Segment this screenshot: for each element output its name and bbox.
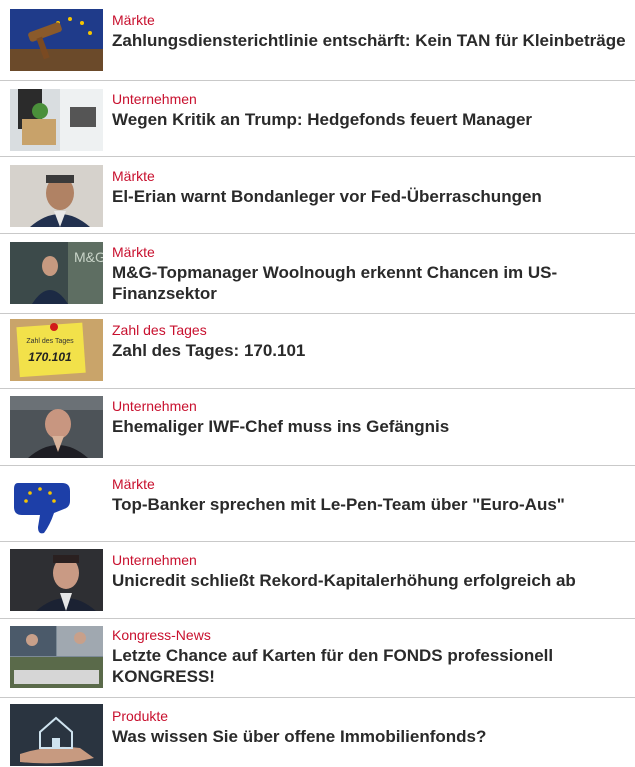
news-item[interactable]: Märkte Top-Banker sprechen mit Le-Pen-Te… (0, 466, 635, 542)
house-in-hand-image (10, 704, 103, 766)
article-category: Kongress-News (112, 627, 211, 643)
sticky-note-image: Zahl des Tages 170.101 (10, 319, 103, 381)
article-category: Märkte (112, 12, 155, 28)
news-item[interactable]: Märkte Zahlungsdiensterichtlinie entschä… (0, 0, 635, 81)
svg-text:M&G: M&G (74, 249, 103, 265)
article-title[interactable]: Unicredit schließt Rekord-Kapitalerhöhun… (112, 570, 627, 591)
article-category: Unternehmen (112, 91, 197, 107)
note-heading: Zahl des Tages (26, 338, 74, 345)
article-title[interactable]: Ehemaliger IWF-Chef muss ins Gefängnis (112, 416, 627, 437)
news-item[interactable]: Unternehmen Ehemaliger IWF-Chef muss ins… (0, 389, 635, 466)
news-item[interactable]: Zahl des Tages 170.101 Zahl des Tages Za… (0, 314, 635, 389)
man-praying-hands-image (10, 396, 103, 458)
article-category: Zahl des Tages (112, 322, 207, 338)
article-title[interactable]: Zahlungsdiensterichtlinie entschärft: Ke… (112, 30, 627, 51)
portrait-man-image (10, 165, 103, 227)
news-item[interactable]: Kongress-News Letzte Chance auf Karten f… (0, 619, 635, 698)
gavel-eu-flag-image (10, 9, 103, 71)
news-item[interactable]: Produkte Was wissen Sie über offene Immo… (0, 698, 635, 767)
article-title[interactable]: Was wissen Sie über offene Immobilienfon… (112, 726, 627, 747)
portrait-executive-image (10, 549, 103, 611)
news-item[interactable]: Märkte El-Erian warnt Bondanleger vor Fe… (0, 157, 635, 234)
article-title[interactable]: Zahl des Tages: 170.101 (112, 340, 627, 361)
speaker-stage-image: M&G (10, 242, 103, 304)
eu-thumbs-down-image (10, 475, 103, 537)
congress-collage-image (10, 626, 103, 688)
news-item[interactable]: Unternehmen Wegen Kritik an Trump: Hedge… (0, 81, 635, 157)
article-title[interactable]: Letzte Chance auf Karten für den FONDS p… (112, 645, 627, 687)
news-item[interactable]: M&G Märkte M&G-Topmanager Woolnough erke… (0, 234, 635, 314)
article-category: Produkte (112, 708, 169, 724)
article-title[interactable]: Wegen Kritik an Trump: Hedgefonds feuert… (112, 109, 627, 130)
article-category: Unternehmen (112, 398, 197, 414)
article-title[interactable]: El-Erian warnt Bondanleger vor Fed-Überr… (112, 186, 627, 207)
article-title[interactable]: M&G-Topmanager Woolnough erkennt Chancen… (112, 262, 627, 304)
article-category: Märkte (112, 244, 155, 260)
article-category: Märkte (112, 476, 155, 492)
article-category: Märkte (112, 168, 155, 184)
article-title[interactable]: Top-Banker sprechen mit Le-Pen-Team über… (112, 494, 627, 515)
office-box-image (10, 89, 103, 151)
note-value: 170.101 (28, 350, 72, 364)
article-category: Unternehmen (112, 552, 197, 568)
news-item[interactable]: Unternehmen Unicredit schließt Rekord-Ka… (0, 542, 635, 619)
